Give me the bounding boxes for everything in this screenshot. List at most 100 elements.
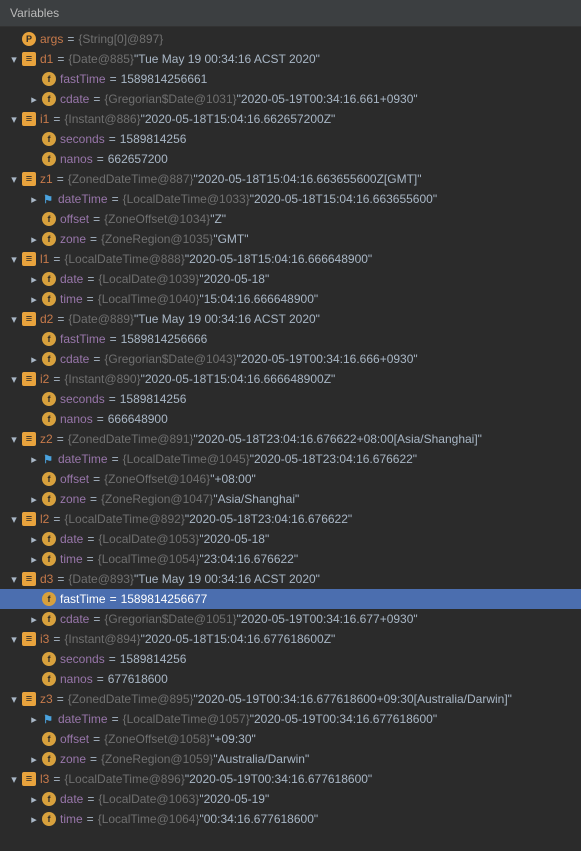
field-icon: f bbox=[42, 232, 56, 246]
panel-header: Variables bbox=[0, 0, 581, 27]
equals-sign: = bbox=[97, 672, 104, 686]
variable-name: fastTime bbox=[60, 332, 106, 346]
expand-arrow-icon[interactable] bbox=[28, 93, 40, 106]
expand-arrow-icon[interactable] bbox=[28, 233, 40, 246]
variable-row-seconds[interactable]: fseconds = 1589814256 bbox=[0, 389, 581, 409]
variable-name: time bbox=[60, 292, 83, 306]
collapse-arrow-icon[interactable] bbox=[8, 173, 20, 186]
field-icon: f bbox=[42, 332, 56, 346]
final-field-icon bbox=[42, 193, 54, 205]
variable-name: nanos bbox=[60, 152, 93, 166]
variable-row-dateTime[interactable]: dateTime = {LocalDateTime@1057} "2020-05… bbox=[0, 709, 581, 729]
variable-row-offset[interactable]: foffset = {ZoneOffset@1034} "Z" bbox=[0, 209, 581, 229]
variable-row-date[interactable]: fdate = {LocalDate@1063} "2020-05-19" bbox=[0, 789, 581, 809]
collapse-arrow-icon[interactable] bbox=[8, 113, 20, 126]
variable-row-zone[interactable]: fzone = {ZoneRegion@1059} "Australia/Dar… bbox=[0, 749, 581, 769]
variable-row-l3[interactable]: l3 = {LocalDateTime@896} "2020-05-19T00:… bbox=[0, 769, 581, 789]
variable-row-args[interactable]: Pargs = {String[0]@897} bbox=[0, 29, 581, 49]
collapse-arrow-icon[interactable] bbox=[8, 433, 20, 446]
variable-value: "Z" bbox=[210, 212, 226, 226]
expand-arrow-icon[interactable] bbox=[28, 553, 40, 566]
variable-row-dateTime[interactable]: dateTime = {LocalDateTime@1045} "2020-05… bbox=[0, 449, 581, 469]
expand-arrow-icon[interactable] bbox=[28, 813, 40, 826]
collapse-arrow-icon[interactable] bbox=[8, 253, 20, 266]
expand-arrow-icon[interactable] bbox=[28, 273, 40, 286]
variable-row-d2[interactable]: d2 = {Date@889} "Tue May 19 00:34:16 ACS… bbox=[0, 309, 581, 329]
variable-value: "Asia/Shanghai" bbox=[213, 492, 299, 506]
variable-row-l2[interactable]: l2 = {LocalDateTime@892} "2020-05-18T23:… bbox=[0, 509, 581, 529]
variable-row-cdate[interactable]: fcdate = {Gregorian$Date@1051} "2020-05-… bbox=[0, 609, 581, 629]
variable-row-z3[interactable]: z3 = {ZonedDateTime@895} "2020-05-19T00:… bbox=[0, 689, 581, 709]
variable-value: "2020-05-18T23:04:16.676622" bbox=[250, 452, 417, 466]
variable-row-fastTime[interactable]: ffastTime = 1589814256666 bbox=[0, 329, 581, 349]
variable-row-cdate[interactable]: fcdate = {Gregorian$Date@1043} "2020-05-… bbox=[0, 349, 581, 369]
expand-arrow-icon[interactable] bbox=[28, 753, 40, 766]
collapse-arrow-icon[interactable] bbox=[8, 693, 20, 706]
variable-row-nanos[interactable]: fnanos = 666648900 bbox=[0, 409, 581, 429]
variable-row-zone[interactable]: fzone = {ZoneRegion@1035} "GMT" bbox=[0, 229, 581, 249]
variable-value: "Tue May 19 00:34:16 ACST 2020" bbox=[134, 312, 320, 326]
expand-arrow-icon[interactable] bbox=[28, 493, 40, 506]
expand-arrow-icon[interactable] bbox=[28, 533, 40, 546]
variable-type: {Date@889} bbox=[68, 312, 134, 326]
collapse-arrow-icon[interactable] bbox=[8, 633, 20, 646]
variable-row-i1[interactable]: i1 = {Instant@886} "2020-05-18T15:04:16.… bbox=[0, 109, 581, 129]
expand-arrow-icon[interactable] bbox=[28, 353, 40, 366]
variable-row-l1[interactable]: l1 = {LocalDateTime@888} "2020-05-18T15:… bbox=[0, 249, 581, 269]
collapse-arrow-icon[interactable] bbox=[8, 773, 20, 786]
variable-row-seconds[interactable]: fseconds = 1589814256 bbox=[0, 649, 581, 669]
expand-arrow-icon[interactable] bbox=[28, 453, 40, 466]
variable-row-nanos[interactable]: fnanos = 662657200 bbox=[0, 149, 581, 169]
equals-sign: = bbox=[93, 212, 100, 226]
collapse-arrow-icon[interactable] bbox=[8, 313, 20, 326]
variable-row-d3[interactable]: d3 = {Date@893} "Tue May 19 00:34:16 ACS… bbox=[0, 569, 581, 589]
variable-name: z1 bbox=[40, 172, 53, 186]
variable-row-z1[interactable]: z1 = {ZonedDateTime@887} "2020-05-18T15:… bbox=[0, 169, 581, 189]
object-icon bbox=[22, 772, 36, 786]
expand-arrow-icon[interactable] bbox=[28, 713, 40, 726]
variable-row-d1[interactable]: d1 = {Date@885} "Tue May 19 00:34:16 ACS… bbox=[0, 49, 581, 69]
variable-row-date[interactable]: fdate = {LocalDate@1039} "2020-05-18" bbox=[0, 269, 581, 289]
variable-row-date[interactable]: fdate = {LocalDate@1053} "2020-05-18" bbox=[0, 529, 581, 549]
variable-row-time[interactable]: ftime = {LocalTime@1040} "15:04:16.66664… bbox=[0, 289, 581, 309]
variable-row-offset[interactable]: foffset = {ZoneOffset@1058} "+09:30" bbox=[0, 729, 581, 749]
equals-sign: = bbox=[110, 72, 117, 86]
collapse-arrow-icon[interactable] bbox=[8, 513, 20, 526]
collapse-arrow-icon[interactable] bbox=[8, 53, 20, 66]
equals-sign: = bbox=[112, 192, 119, 206]
expand-arrow-icon[interactable] bbox=[28, 613, 40, 626]
variable-row-i2[interactable]: i2 = {Instant@890} "2020-05-18T15:04:16.… bbox=[0, 369, 581, 389]
variable-name: zone bbox=[60, 232, 86, 246]
variable-row-nanos[interactable]: fnanos = 677618600 bbox=[0, 669, 581, 689]
variable-name: dateTime bbox=[58, 192, 108, 206]
variable-type: {Gregorian$Date@1031} bbox=[104, 92, 236, 106]
variable-row-fastTime[interactable]: ffastTime = 1589814256661 bbox=[0, 69, 581, 89]
variable-row-seconds[interactable]: fseconds = 1589814256 bbox=[0, 129, 581, 149]
field-icon: f bbox=[42, 352, 56, 366]
variable-row-zone[interactable]: fzone = {ZoneRegion@1047} "Asia/Shanghai… bbox=[0, 489, 581, 509]
panel-title: Variables bbox=[10, 6, 59, 20]
variables-tree[interactable]: Pargs = {String[0]@897}d1 = {Date@885} "… bbox=[0, 27, 581, 833]
expand-arrow-icon[interactable] bbox=[28, 193, 40, 206]
expand-arrow-icon[interactable] bbox=[28, 293, 40, 306]
variable-row-cdate[interactable]: fcdate = {Gregorian$Date@1031} "2020-05-… bbox=[0, 89, 581, 109]
variable-row-z2[interactable]: z2 = {ZonedDateTime@891} "2020-05-18T23:… bbox=[0, 429, 581, 449]
variable-row-time[interactable]: ftime = {LocalTime@1064} "00:34:16.67761… bbox=[0, 809, 581, 829]
variable-value: "Australia/Darwin" bbox=[213, 752, 309, 766]
expand-arrow-icon[interactable] bbox=[28, 793, 40, 806]
variable-type: {ZonedDateTime@895} bbox=[68, 692, 194, 706]
collapse-arrow-icon[interactable] bbox=[8, 573, 20, 586]
variable-row-dateTime[interactable]: dateTime = {LocalDateTime@1033} "2020-05… bbox=[0, 189, 581, 209]
variable-type: {String[0]@897} bbox=[78, 32, 163, 46]
collapse-arrow-icon[interactable] bbox=[8, 373, 20, 386]
variable-type: {Date@893} bbox=[68, 572, 134, 586]
variable-value: "2020-05-18T15:04:16.662657200Z" bbox=[141, 112, 336, 126]
equals-sign: = bbox=[90, 232, 97, 246]
variable-row-time[interactable]: ftime = {LocalTime@1054} "23:04:16.67662… bbox=[0, 549, 581, 569]
variable-name: date bbox=[60, 532, 83, 546]
variable-row-i3[interactable]: i3 = {Instant@894} "2020-05-18T15:04:16.… bbox=[0, 629, 581, 649]
variable-row-fastTime[interactable]: ffastTime = 1589814256677 bbox=[0, 589, 581, 609]
variable-name: cdate bbox=[60, 612, 89, 626]
variable-row-offset[interactable]: foffset = {ZoneOffset@1046} "+08:00" bbox=[0, 469, 581, 489]
variable-name: l2 bbox=[40, 512, 49, 526]
